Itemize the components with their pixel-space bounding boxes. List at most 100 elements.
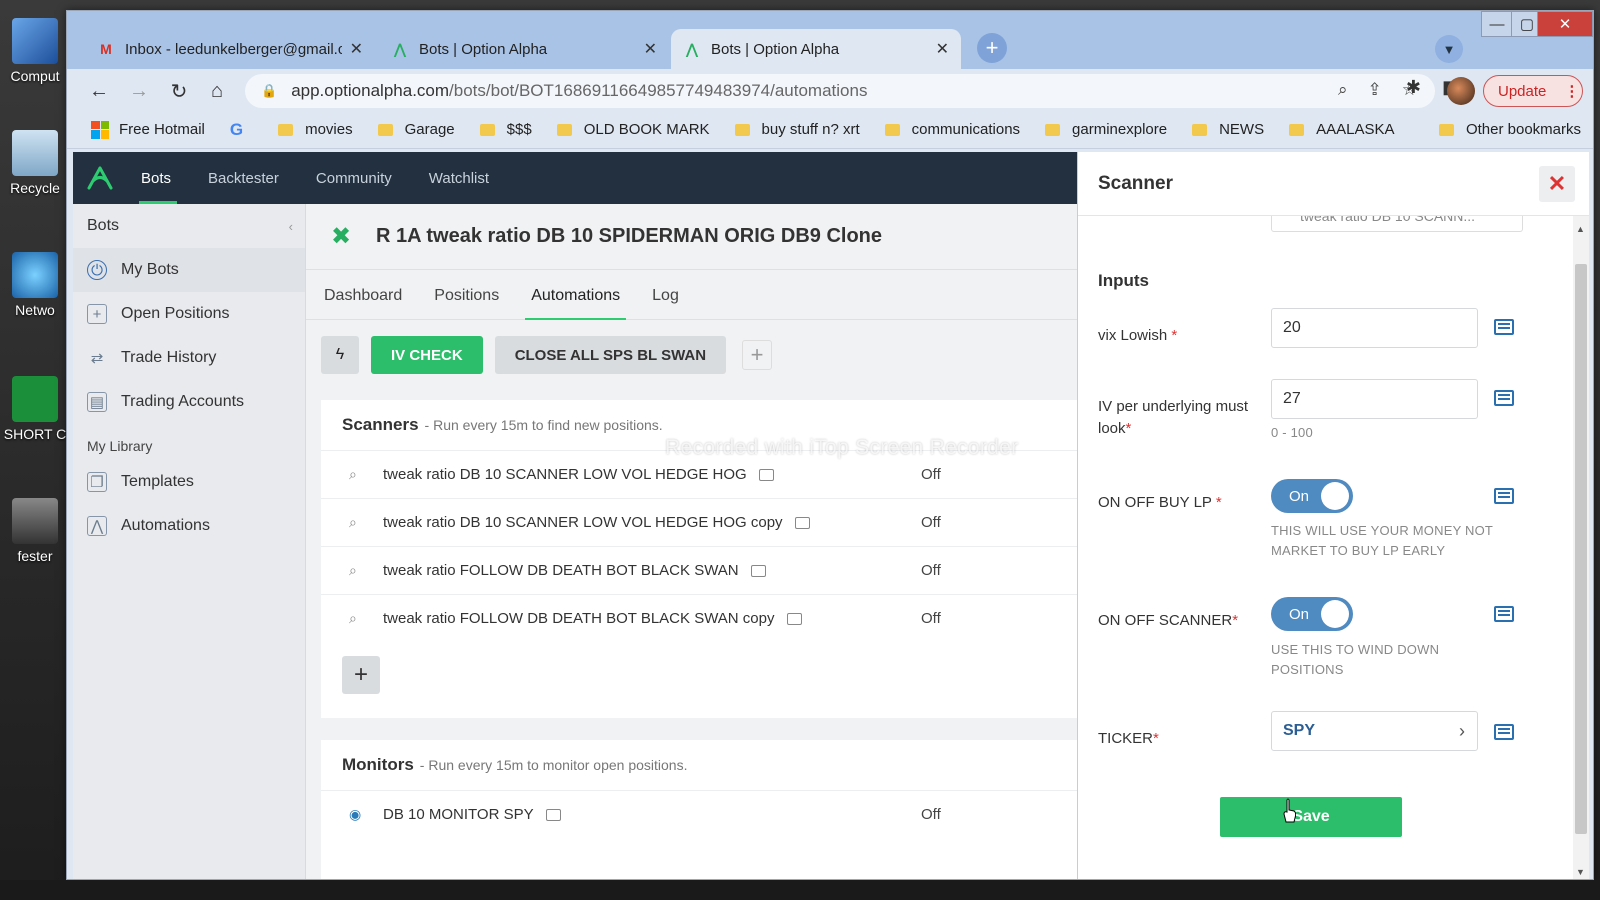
tab-search-button[interactable]: ▼ (1435, 35, 1463, 63)
folder-icon (884, 123, 900, 136)
scanner-row[interactable]: ⌕ tweak ratio FOLLOW DB DEATH BOT BLACK … (321, 546, 1077, 594)
collapse-icon[interactable]: ‹ (289, 219, 293, 234)
close-icon[interactable]: ✕ (350, 39, 363, 59)
desktop-icon-network[interactable]: Netwo (2, 252, 68, 318)
scanner-row[interactable]: ⌕ tweak ratio FOLLOW DB DEATH BOT BLACK … (321, 594, 1077, 642)
sidebar-item-open-positions[interactable]: + Open Positions (73, 292, 305, 336)
forward-button[interactable]: → (125, 77, 153, 105)
monitor-row[interactable]: ◉ DB 10 MONITOR SPY Off (321, 790, 1077, 838)
sidebar-item-trade-history[interactable]: ⇄ Trade History (73, 336, 305, 380)
list-icon[interactable] (1494, 724, 1514, 740)
address-bar[interactable]: 🔒 app.optionalpha.com/bots/bot/BOT168691… (245, 74, 1435, 108)
scroll-thumb[interactable] (1575, 264, 1587, 834)
minimize-button[interactable]: — (1481, 11, 1513, 37)
bookmark-buy-stuff[interactable]: buy stuff n? xrt (734, 121, 860, 138)
zoom-icon[interactable]: ⌕ (1338, 80, 1348, 100)
ticker-value: SPY (1283, 722, 1316, 739)
bookmark-old-book-mark[interactable]: OLD BOOK MARK (556, 121, 710, 138)
nav-community[interactable]: Community (316, 152, 392, 204)
save-button[interactable]: Save (1220, 797, 1402, 837)
tab-gmail[interactable]: M Inbox - leedunkelberger@gmail.c ✕ (85, 29, 375, 69)
accounts-icon: ▤ (87, 392, 107, 412)
close-all-button[interactable]: CLOSE ALL SPS BL SWAN (494, 336, 727, 374)
bookmark-google[interactable]: G (230, 120, 253, 140)
vix-lowish-input[interactable]: 20 (1271, 308, 1478, 348)
bookmark-other[interactable]: Other bookmarks (1438, 121, 1581, 138)
ticker-select[interactable]: SPY › (1271, 711, 1478, 751)
main-content: ✖ R 1A tweak ratio DB 10 SPIDERMAN ORIG … (306, 204, 1077, 879)
add-scanner-button[interactable]: + (342, 656, 380, 694)
list-icon[interactable] (1494, 390, 1514, 406)
on-off-buy-lp-toggle[interactable]: On (1271, 479, 1353, 513)
folder-icon (1192, 123, 1208, 136)
scanner-name-input[interactable]: tweak ratio DB 10 SCANN... (1271, 216, 1523, 232)
new-tab-button[interactable]: + (977, 33, 1007, 63)
sidebar-item-automations[interactable]: ⋀ Automations (73, 504, 305, 548)
bookmark-news[interactable]: NEWS (1192, 121, 1264, 138)
panel-scrollbar[interactable]: ▲ ▼ (1573, 216, 1589, 879)
scroll-up-icon[interactable]: ▲ (1576, 224, 1585, 234)
tab-automations[interactable]: Automations (525, 287, 627, 320)
buy-lp-hint: THIS WILL USE YOUR MONEY NOT MARKET TO B… (1271, 523, 1493, 558)
desktop-icon-computer[interactable]: Comput (2, 18, 68, 84)
ticker-label: TICKER* (1098, 730, 1159, 747)
add-action-button[interactable]: + (742, 340, 773, 370)
update-button[interactable]: Update ⋮ (1483, 75, 1583, 107)
close-panel-button[interactable]: ✕ (1539, 166, 1575, 202)
close-icon[interactable]: ✕ (644, 39, 657, 59)
tab-log[interactable]: Log (652, 287, 679, 319)
close-icon[interactable]: ✕ (936, 39, 949, 59)
eye-icon: ◉ (349, 806, 362, 822)
desktop-icon-recycle[interactable]: Recycle (2, 130, 68, 196)
list-icon[interactable] (1494, 488, 1514, 504)
on-off-scanner-toggle[interactable]: On (1271, 597, 1353, 631)
bookmark-communications[interactable]: communications (884, 121, 1020, 138)
list-icon[interactable] (1494, 319, 1514, 335)
list-icon[interactable] (1494, 606, 1514, 622)
plus-icon: + (750, 342, 764, 367)
sidebar-item-templates[interactable]: ❐ Templates (73, 460, 305, 504)
sidebar-header: Bots ‹ (73, 204, 305, 248)
scanner-name: tweak ratio FOLLOW DB DEATH BOT BLACK SW… (383, 562, 739, 579)
scroll-down-icon[interactable]: ▼ (1576, 867, 1585, 877)
folder-icon (758, 468, 774, 481)
recycle-bin-icon (12, 130, 58, 176)
share-icon[interactable]: ⇪ (1368, 80, 1382, 100)
bookmark-aaalaska[interactable]: AAALASKA (1289, 121, 1394, 138)
bookmark-free-hotmail[interactable]: Free Hotmail (91, 120, 205, 139)
scanner-status: Off (921, 514, 941, 531)
iv-per-underlying-input[interactable]: 27 (1271, 379, 1478, 419)
desktop-icon-shortcut[interactable]: SHORT C (2, 376, 68, 442)
iv-check-button[interactable]: IV CHECK (371, 336, 483, 374)
browser-window: M Inbox - leedunkelberger@gmail.c ✕ ⋀ Bo… (66, 10, 1594, 880)
bot-subtabs: Dashboard Positions Automations Log (306, 270, 1077, 320)
reload-button[interactable]: ↻ (165, 77, 193, 105)
nav-backtester[interactable]: Backtester (208, 152, 279, 204)
tab-positions[interactable]: Positions (434, 287, 499, 319)
sidebar-item-my-bots[interactable]: ⏻ My Bots (73, 248, 305, 292)
folder-icon (786, 612, 802, 625)
nav-watchlist[interactable]: Watchlist (429, 152, 489, 204)
tab-dashboard[interactable]: Dashboard (324, 287, 402, 319)
window-close-button[interactable]: ✕ (1537, 11, 1593, 37)
bookmark-movies[interactable]: movies (278, 121, 353, 138)
desktop-icon-fester[interactable]: fester (2, 498, 68, 564)
tab-option-alpha-2[interactable]: ⋀ Bots | Option Alpha ✕ (671, 29, 961, 69)
top-nav: Bots Backtester Community Watchlist (73, 152, 1077, 204)
close-icon: ✕ (1547, 171, 1567, 196)
bookmark-money[interactable]: $$$ (479, 121, 532, 138)
bookmark-garage[interactable]: Garage (377, 121, 455, 138)
bookmark-garminexplore[interactable]: garminexplore (1045, 121, 1167, 138)
scanner-name: tweak ratio DB 10 SCANNER LOW VOL HEDGE … (383, 466, 747, 483)
option-alpha-logo-icon[interactable] (87, 165, 113, 191)
tab-option-alpha-1[interactable]: ⋀ Bots | Option Alpha ✕ (379, 29, 669, 69)
bolt-button[interactable]: ϟ (321, 336, 359, 374)
back-button[interactable]: ← (85, 77, 113, 105)
home-button[interactable]: ⌂ (203, 77, 231, 105)
profile-avatar[interactable] (1447, 77, 1475, 105)
sidebar-item-trading-accounts[interactable]: ▤ Trading Accounts (73, 380, 305, 424)
nav-bots[interactable]: Bots (138, 152, 178, 204)
desktop-icon-label: SHORT C (3, 426, 67, 442)
extensions-icon[interactable]: ✱ (1406, 77, 1421, 98)
scanner-row[interactable]: ⌕ tweak ratio DB 10 SCANNER LOW VOL HEDG… (321, 498, 1077, 546)
